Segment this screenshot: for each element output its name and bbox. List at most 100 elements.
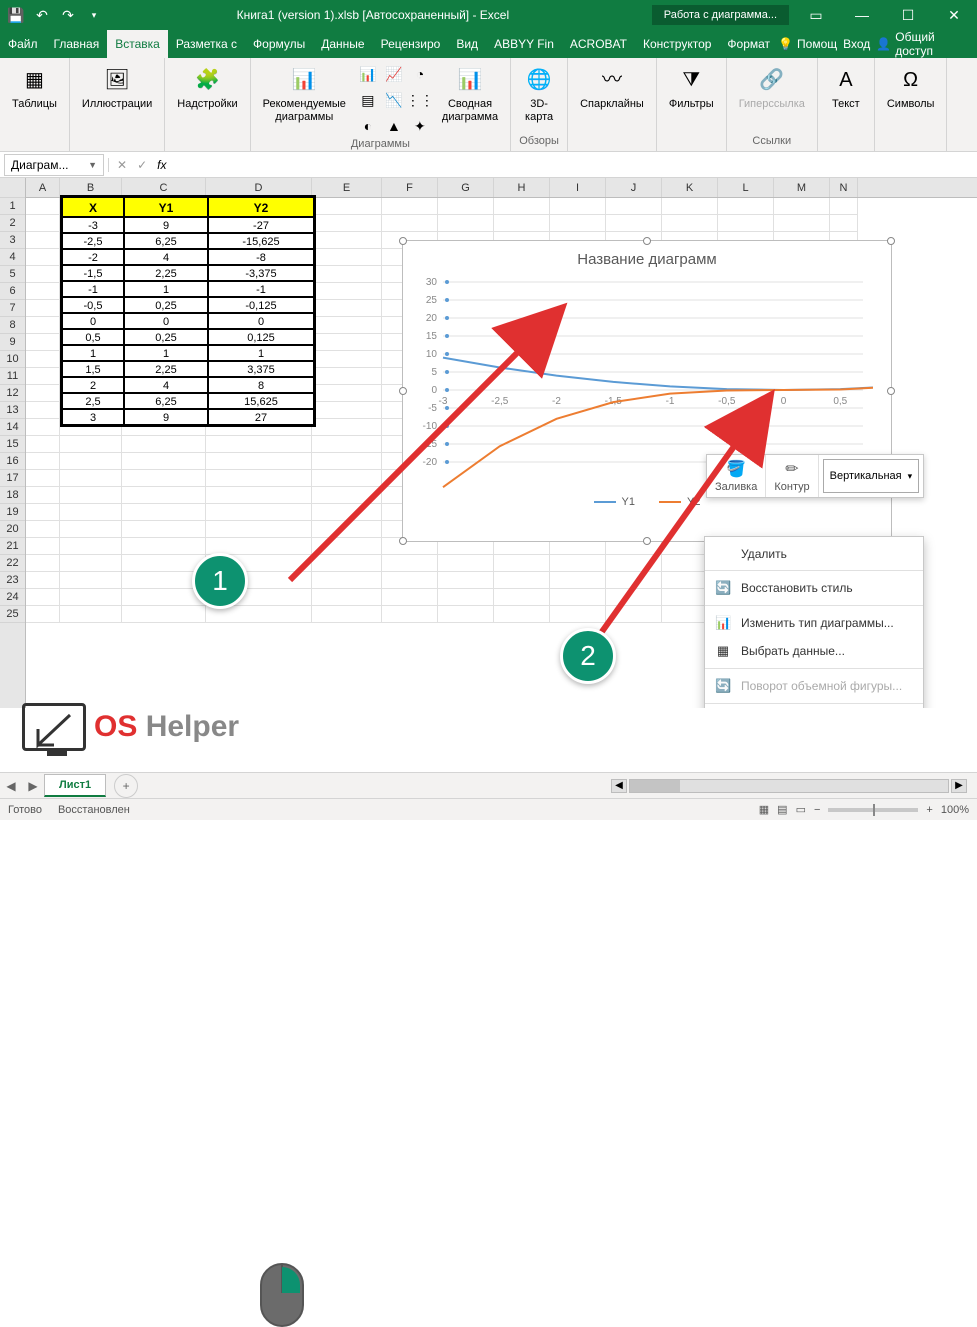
chart-title[interactable]: Название диаграмм: [403, 241, 891, 272]
ctx-delete[interactable]: Удалить: [705, 541, 923, 567]
name-box[interactable]: Диаграм...▼: [4, 154, 104, 176]
tab-format[interactable]: Формат: [719, 30, 778, 58]
row-header[interactable]: 24: [0, 589, 25, 606]
tab-view[interactable]: Вид: [448, 30, 486, 58]
row-header[interactable]: 6: [0, 283, 25, 300]
col-header[interactable]: M: [774, 178, 830, 197]
col-header[interactable]: F: [382, 178, 438, 197]
view-normal-icon[interactable]: ▦: [759, 803, 769, 816]
chart-combo-icon[interactable]: ◐: [356, 114, 380, 138]
col-header[interactable]: K: [662, 178, 718, 197]
tab-home[interactable]: Главная: [46, 30, 108, 58]
row-header[interactable]: 2: [0, 215, 25, 232]
row-header[interactable]: 15: [0, 436, 25, 453]
row-header[interactable]: 19: [0, 504, 25, 521]
qa-custom-icon[interactable]: ▾: [84, 5, 104, 25]
outline-button[interactable]: ✏Контур: [766, 455, 818, 497]
fill-button[interactable]: 🪣Заливка: [707, 455, 766, 497]
addins-button[interactable]: 🧩Надстройки: [173, 62, 241, 113]
new-sheet-button[interactable]: +: [114, 774, 138, 798]
chart-line-icon[interactable]: 📈: [382, 62, 406, 86]
ctx-gridlines[interactable]: ▤Формат линий сетки...: [705, 707, 923, 708]
enter-icon[interactable]: ✓: [137, 158, 147, 172]
col-header[interactable]: H: [494, 178, 550, 197]
ribbon-options-icon[interactable]: ▭: [799, 7, 833, 24]
row-header[interactable]: 8: [0, 317, 25, 334]
zoom-in-icon[interactable]: +: [926, 804, 932, 816]
symbols-button[interactable]: ΩСимволы: [883, 62, 939, 113]
col-header[interactable]: L: [718, 178, 774, 197]
col-header[interactable]: E: [312, 178, 382, 197]
row-header[interactable]: 25: [0, 606, 25, 623]
worksheet[interactable]: 1234567891011121314151617181920212223242…: [0, 178, 977, 708]
rec-charts-button[interactable]: 📊Рекомендуемые диаграммы: [259, 62, 350, 126]
view-break-icon[interactable]: ▭: [796, 803, 806, 816]
zoom-level[interactable]: 100%: [941, 804, 969, 816]
chart-stat-icon[interactable]: 📉: [382, 88, 406, 112]
fx-icon[interactable]: fx: [157, 158, 166, 172]
chart-tools-tab[interactable]: Работа с диаграмма...: [652, 5, 789, 25]
chart-surface-icon[interactable]: ▲: [382, 114, 406, 138]
cancel-icon[interactable]: ✕: [117, 158, 127, 172]
close-icon[interactable]: ✕: [937, 7, 971, 24]
text-button[interactable]: AТекст: [826, 62, 866, 113]
undo-icon[interactable]: ↶: [32, 5, 52, 25]
pivot-chart-button[interactable]: 📊Сводная диаграмма: [438, 62, 502, 126]
col-header[interactable]: J: [606, 178, 662, 197]
signin-link[interactable]: Вход: [843, 37, 870, 51]
row-header[interactable]: 16: [0, 453, 25, 470]
view-page-icon[interactable]: ▤: [777, 803, 787, 816]
row-header[interactable]: 5: [0, 266, 25, 283]
illustrations-button[interactable]: 🖼Иллюстрации: [78, 62, 156, 113]
tab-file[interactable]: Файл: [0, 30, 46, 58]
tables-button[interactable]: ▦Таблицы: [8, 62, 61, 113]
ctx-restore-style[interactable]: 🔄Восстановить стиль: [705, 574, 923, 602]
row-header[interactable]: 10: [0, 351, 25, 368]
ctx-change-type[interactable]: 📊Изменить тип диаграммы...: [705, 609, 923, 637]
row-header[interactable]: 23: [0, 572, 25, 589]
chart-pie-icon[interactable]: ◔: [408, 62, 432, 86]
chart-hier-icon[interactable]: ▤: [356, 88, 380, 112]
row-header[interactable]: 21: [0, 538, 25, 555]
sparklines-button[interactable]: 〰Спарклайны: [576, 62, 648, 113]
row-header[interactable]: 3: [0, 232, 25, 249]
col-header[interactable]: A: [26, 178, 60, 197]
tab-abbyy[interactable]: ABBYY Fin: [486, 30, 562, 58]
chart-radar-icon[interactable]: ✦: [408, 114, 432, 138]
col-header[interactable]: I: [550, 178, 606, 197]
tab-review[interactable]: Рецензиро: [373, 30, 449, 58]
row-header[interactable]: 17: [0, 470, 25, 487]
zoom-slider[interactable]: [828, 808, 918, 812]
ctx-select-data[interactable]: ▦Выбрать данные...: [705, 637, 923, 665]
share-button[interactable]: 👤 Общий доступ: [876, 30, 969, 58]
tab-design[interactable]: Конструктор: [635, 30, 719, 58]
row-header[interactable]: 9: [0, 334, 25, 351]
minimize-icon[interactable]: —: [845, 7, 879, 23]
row-header[interactable]: 12: [0, 385, 25, 402]
tell-me[interactable]: 💡 Помощ: [778, 37, 837, 51]
tab-data[interactable]: Данные: [313, 30, 372, 58]
row-header[interactable]: 13: [0, 402, 25, 419]
zoom-out-icon[interactable]: −: [814, 804, 820, 816]
row-header[interactable]: 22: [0, 555, 25, 572]
3dmap-button[interactable]: 🌐3D- карта: [519, 62, 559, 126]
chart-scatter-icon[interactable]: ⋮⋮: [408, 88, 432, 112]
tab-insert[interactable]: Вставка: [107, 30, 168, 58]
redo-icon[interactable]: ↷: [58, 5, 78, 25]
sheet-tab-1[interactable]: Лист1: [44, 774, 106, 797]
row-header[interactable]: 4: [0, 249, 25, 266]
row-header[interactable]: 14: [0, 419, 25, 436]
tab-formulas[interactable]: Формулы: [245, 30, 313, 58]
col-header[interactable]: N: [830, 178, 858, 197]
filters-button[interactable]: ⧩Фильтры: [665, 62, 718, 113]
tab-acrobat[interactable]: ACROBAT: [562, 30, 635, 58]
hyperlink-button[interactable]: 🔗Гиперссылка: [735, 62, 809, 113]
chevron-down-icon[interactable]: ▼: [88, 160, 97, 170]
row-header[interactable]: 20: [0, 521, 25, 538]
tab-layout[interactable]: Разметка с: [168, 30, 245, 58]
maximize-icon[interactable]: ☐: [891, 7, 925, 24]
axis-direction-combo[interactable]: Вертикальная▾: [823, 459, 920, 493]
row-header[interactable]: 18: [0, 487, 25, 504]
row-header[interactable]: 1: [0, 198, 25, 215]
col-header[interactable]: G: [438, 178, 494, 197]
